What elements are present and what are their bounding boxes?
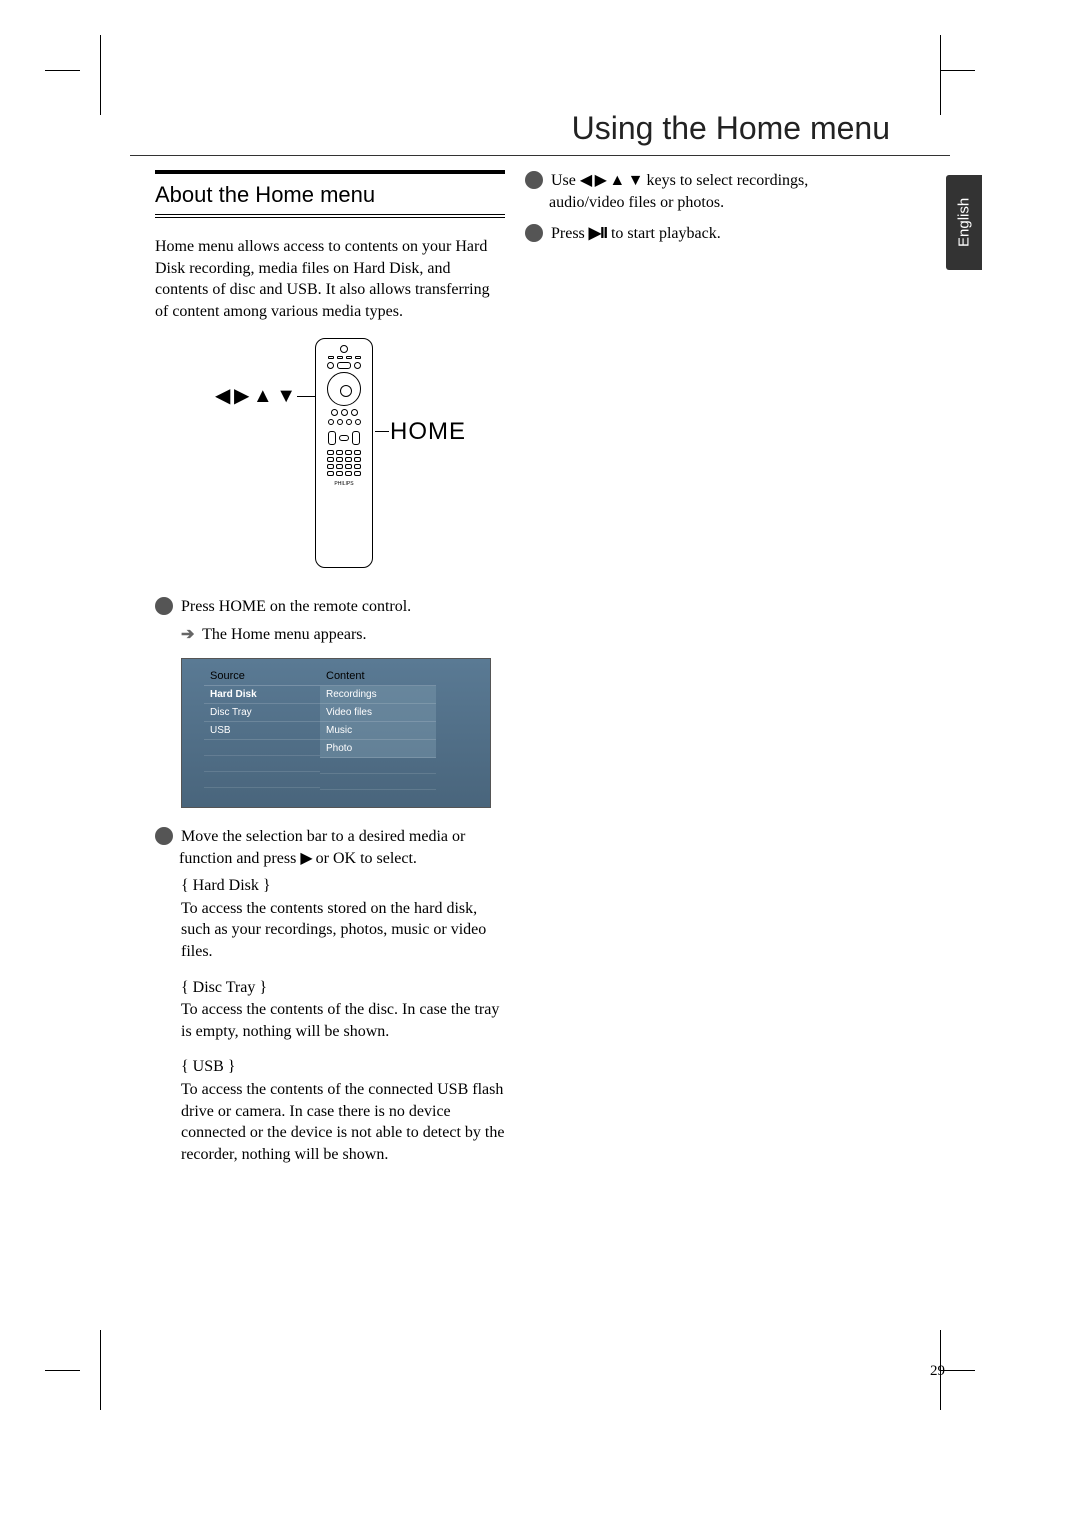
step-2-mid: or <box>312 850 333 867</box>
option-title: { Disc Tray } <box>181 977 505 999</box>
ok-key: OK <box>333 850 356 867</box>
section-heading-box: About the Home menu <box>155 170 505 218</box>
step-2-post: to select. <box>356 850 417 867</box>
step-2: 2 Move the selection bar to a desired me… <box>155 826 505 869</box>
title-bar: Using the Home menu <box>130 110 950 156</box>
menu-item: USB <box>204 722 320 740</box>
menu-item: Music <box>320 722 436 740</box>
page-content: Using the Home menu English 29 About the… <box>100 60 980 1440</box>
option-body: To access the contents of the connected … <box>181 1079 505 1165</box>
step-1-result: ➔ The Home menu appears. <box>155 624 505 644</box>
callout-line <box>297 396 315 397</box>
menu-item: Hard Disk <box>204 686 320 704</box>
play-pause-icon: ▶II <box>589 225 607 242</box>
intro-paragraph: Home menu allows access to contents on y… <box>155 236 505 322</box>
right-arrow-icon: ▶ <box>300 850 311 867</box>
remote-brand: PHILIPS <box>334 481 353 487</box>
option-disc-tray: { Disc Tray } To access the contents of … <box>181 977 505 1043</box>
language-tab: English <box>946 175 982 270</box>
step-bullet-2: 2 <box>155 827 173 845</box>
option-title: { Hard Disk } <box>181 875 505 897</box>
step-3: 3 Use ◀ ▶ ▲ ▼ keys to select recordings,… <box>525 170 875 213</box>
remote-diagram: ◀ ▶ ▲ ▼ HOME <box>155 338 505 578</box>
step-1-text-pre: Press <box>181 598 219 615</box>
content-header: Content <box>320 667 436 686</box>
callout-line <box>375 431 389 432</box>
step-3-pre: Use <box>551 172 580 189</box>
option-usb: { USB } To access the contents of the co… <box>181 1056 505 1165</box>
crop-mark <box>45 70 80 71</box>
step-bullet-3: 3 <box>525 171 543 189</box>
option-title: { USB } <box>181 1056 505 1078</box>
step-1-text-post: on the remote control. <box>266 598 411 615</box>
step-4-pre: Press <box>551 225 589 242</box>
menu-content-column: Content Recordings Video files Music Pho… <box>320 667 436 790</box>
home-button-label: HOME <box>390 418 466 446</box>
step-bullet-1: 1 <box>155 597 173 615</box>
section-heading: About the Home menu <box>155 182 505 208</box>
right-column: 3 Use ◀ ▶ ▲ ▼ keys to select recordings,… <box>525 170 875 251</box>
menu-item: Disc Tray <box>204 704 320 722</box>
page-number: 29 <box>930 1363 945 1380</box>
step-1-result-text: The Home menu appears. <box>202 626 366 643</box>
menu-item: Recordings <box>320 686 436 704</box>
home-menu-screenshot: Source Hard Disk Disc Tray USB Content R… <box>181 658 491 808</box>
step-1: 1 Press HOME on the remote control. <box>155 596 505 618</box>
step-1-key: HOME <box>219 598 266 615</box>
step-4-post: to start playback. <box>607 225 721 242</box>
left-column: About the Home menu Home menu allows acc… <box>155 170 505 1179</box>
option-hard-disk: { Hard Disk } To access the contents sto… <box>181 875 505 962</box>
crop-mark <box>45 1370 80 1371</box>
menu-item: Video files <box>320 704 436 722</box>
source-header: Source <box>204 667 320 686</box>
option-body: To access the contents of the disc. In c… <box>181 999 505 1042</box>
result-arrow-icon: ➔ <box>181 626 194 643</box>
step-bullet-4: 4 <box>525 224 543 242</box>
menu-item: Photo <box>320 740 436 758</box>
option-body: To access the contents stored on the har… <box>181 898 505 963</box>
page-title: Using the Home menu <box>130 110 950 147</box>
nav-arrows-label: ◀ ▶ ▲ ▼ <box>215 383 295 408</box>
menu-source-column: Source Hard Disk Disc Tray USB <box>204 667 320 790</box>
remote-control-icon: PHILIPS <box>315 338 373 568</box>
nav-arrows-icon: ◀ ▶ ▲ ▼ <box>580 172 643 189</box>
step-4: 4 Press ▶II to start playback. <box>525 223 875 245</box>
